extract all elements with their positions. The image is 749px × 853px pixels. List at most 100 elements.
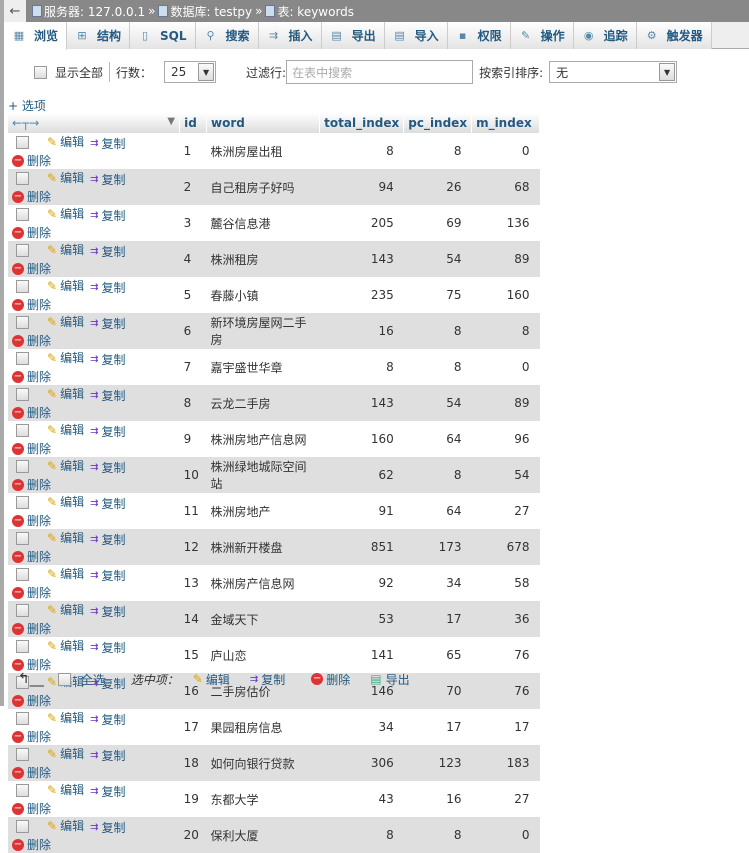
row-checkbox[interactable] — [16, 531, 29, 545]
edit-button[interactable]: ✎ 编辑 — [47, 205, 84, 222]
row-checkbox[interactable] — [16, 567, 29, 581]
delete-button[interactable]: − 删除 — [12, 332, 51, 349]
copy-button[interactable]: ⇉ 复制 — [90, 819, 125, 836]
copy-button[interactable]: ⇉ 复制 — [90, 423, 125, 440]
delete-button[interactable]: − 删除 — [12, 476, 51, 493]
copy-button[interactable]: ⇉ 复制 — [90, 351, 125, 368]
copy-button[interactable]: ⇉ 复制 — [90, 747, 125, 764]
copy-button[interactable]: ⇉ 复制 — [90, 459, 125, 476]
edit-button[interactable]: ✎ 编辑 — [47, 421, 84, 438]
delete-button[interactable]: − 删除 — [12, 188, 51, 205]
delete-button[interactable]: − 删除 — [12, 296, 51, 313]
sort-down-icon[interactable]: ▼ — [167, 116, 175, 127]
row-checkbox[interactable] — [16, 711, 29, 725]
delete-button[interactable]: − 删除 — [12, 836, 51, 853]
row-checkbox[interactable] — [16, 459, 29, 473]
breadcrumb-table[interactable]: 表: keywords — [277, 3, 354, 20]
delete-button[interactable]: − 删除 — [12, 692, 51, 709]
tab-structure[interactable]: ⊞ 结构 — [67, 22, 131, 49]
copy-button[interactable]: ⇉ 复制 — [90, 387, 125, 404]
copy-button[interactable]: ⇉ 复制 — [90, 495, 125, 512]
copy-button[interactable]: ⇉ 复制 — [90, 603, 125, 620]
bulk-copy-button[interactable]: ⇉ 复制 — [250, 671, 285, 688]
tab-export[interactable]: ▤ 导出 — [321, 22, 385, 49]
row-checkbox[interactable] — [16, 639, 29, 653]
row-checkbox[interactable] — [16, 243, 29, 257]
edit-button[interactable]: ✎ 编辑 — [47, 169, 84, 186]
row-checkbox[interactable] — [16, 387, 29, 401]
column-arrows-icon[interactable]: ←┬→ — [12, 116, 39, 130]
row-checkbox[interactable] — [16, 783, 29, 797]
copy-button[interactable]: ⇉ 复制 — [90, 279, 125, 296]
sort-select[interactable]: 无 ▼ — [549, 61, 678, 83]
tab-insert[interactable]: ⇉ 插入 — [258, 22, 322, 49]
edit-button[interactable]: ✎ 编辑 — [47, 241, 84, 258]
tab-search[interactable]: ⚲ 搜索 — [195, 22, 259, 49]
edit-button[interactable]: ✎ 编辑 — [47, 565, 84, 582]
bulk-export-button[interactable]: ▤ 导出 — [370, 671, 409, 688]
copy-button[interactable]: ⇉ 复制 — [90, 207, 125, 224]
edit-button[interactable]: ✎ 编辑 — [47, 781, 84, 798]
copy-button[interactable]: ⇉ 复制 — [90, 243, 125, 260]
row-checkbox[interactable] — [16, 819, 29, 833]
delete-button[interactable]: − 删除 — [12, 404, 51, 421]
delete-button[interactable]: − 删除 — [12, 260, 51, 277]
copy-button[interactable]: ⇉ 复制 — [90, 531, 125, 548]
delete-button[interactable]: − 删除 — [12, 764, 51, 781]
column-header-word[interactable]: word — [206, 113, 321, 133]
row-checkbox[interactable] — [16, 351, 29, 365]
delete-button[interactable]: − 删除 — [12, 548, 51, 565]
options-link[interactable]: + 选项 — [8, 97, 46, 114]
copy-button[interactable]: ⇉ 复制 — [90, 711, 125, 728]
select-all-checkbox[interactable] — [57, 672, 71, 686]
delete-button[interactable]: − 删除 — [12, 620, 51, 637]
delete-button[interactable]: − 删除 — [12, 368, 51, 385]
edit-button[interactable]: ✎ 编辑 — [47, 133, 84, 150]
row-checkbox[interactable] — [16, 207, 29, 221]
row-checkbox[interactable] — [16, 747, 29, 761]
edit-button[interactable]: ✎ 编辑 — [47, 637, 84, 654]
edit-button[interactable]: ✎ 编辑 — [47, 457, 84, 474]
edit-button[interactable]: ✎ 编辑 — [47, 709, 84, 726]
copy-button[interactable]: ⇉ 复制 — [90, 783, 125, 800]
copy-button[interactable]: ⇉ 复制 — [90, 135, 125, 152]
row-checkbox[interactable] — [16, 171, 29, 185]
column-resize-header[interactable]: ←┬→ ▼ — [8, 113, 181, 133]
select-all-label[interactable]: 全选 — [81, 671, 105, 688]
tab-triggers[interactable]: ⚙ 触发器 — [636, 22, 712, 49]
edit-button[interactable]: ✎ 编辑 — [47, 817, 84, 834]
show-all-checkbox[interactable] — [34, 65, 47, 79]
delete-button[interactable]: − 删除 — [12, 152, 51, 169]
row-checkbox[interactable] — [16, 423, 29, 437]
column-header-m_index[interactable]: m_index — [471, 113, 540, 133]
tab-eye[interactable]: ◉ 追踪 — [573, 22, 637, 49]
delete-button[interactable]: − 删除 — [12, 584, 51, 601]
edit-button[interactable]: ✎ 编辑 — [47, 385, 84, 402]
edit-button[interactable]: ✎ 编辑 — [47, 277, 84, 294]
row-checkbox[interactable] — [16, 495, 29, 509]
delete-button[interactable]: − 删除 — [12, 728, 51, 745]
edit-button[interactable]: ✎ 编辑 — [47, 601, 84, 618]
back-arrow-icon[interactable]: ← — [4, 0, 26, 22]
column-header-total_index[interactable]: total_index — [319, 113, 405, 133]
edit-button[interactable]: ✎ 编辑 — [47, 745, 84, 762]
breadcrumb-server[interactable]: 服务器: 127.0.0.1 — [44, 3, 145, 20]
copy-button[interactable]: ⇉ 复制 — [90, 315, 125, 332]
tab-browse[interactable]: ▦ 浏览 — [4, 22, 68, 50]
row-checkbox[interactable] — [16, 315, 29, 329]
delete-button[interactable]: − 删除 — [12, 800, 51, 817]
row-checkbox[interactable] — [16, 135, 29, 149]
column-header-pc_index[interactable]: pc_index — [403, 113, 473, 133]
copy-button[interactable]: ⇉ 复制 — [90, 567, 125, 584]
delete-button[interactable]: − 删除 — [12, 512, 51, 529]
edit-button[interactable]: ✎ 编辑 — [47, 349, 84, 366]
bulk-edit-button[interactable]: ✎ 编辑 — [193, 671, 230, 688]
edit-button[interactable]: ✎ 编辑 — [47, 493, 84, 510]
rows-select[interactable]: 25 ▼ — [164, 61, 217, 83]
tab-import[interactable]: ▤ 导入 — [384, 22, 448, 49]
column-header-id[interactable]: id — [179, 113, 208, 133]
copy-button[interactable]: ⇉ 复制 — [90, 171, 125, 188]
breadcrumb-database[interactable]: 数据库: testpy — [170, 3, 252, 20]
edit-button[interactable]: ✎ 编辑 — [47, 529, 84, 546]
tab-privileges[interactable]: ▪ 权限 — [447, 22, 511, 49]
